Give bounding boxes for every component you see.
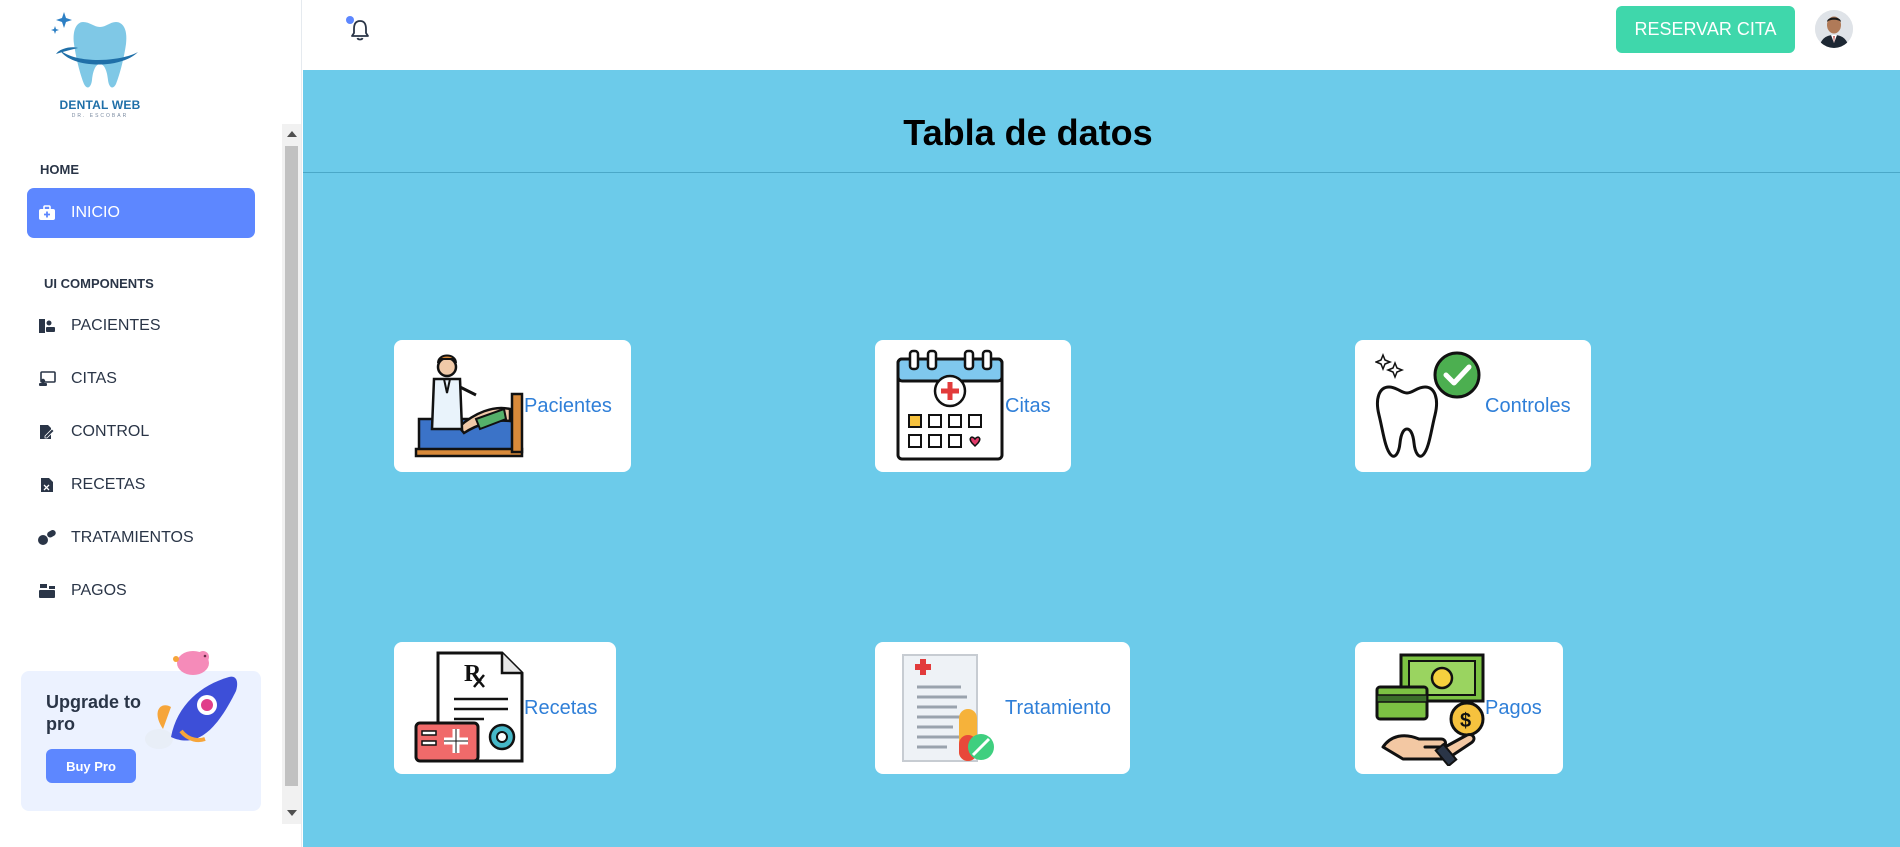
sidebar-scrollbar[interactable] [282, 124, 301, 824]
cash-register-icon [37, 581, 57, 601]
top-header: RESERVAR CITA [303, 0, 1900, 70]
sidebar-item-label: CITAS [71, 370, 117, 387]
sidebar: DENTAL WEB DR. ESCOBAR HOME INICIO UI CO… [0, 0, 302, 847]
avatar[interactable] [1815, 10, 1853, 48]
sidebar-item-label: TRATAMIENTOS [71, 529, 194, 546]
doctor-patient-icon [414, 354, 524, 457]
card-pacientes[interactable]: Pacientes [394, 340, 631, 472]
sidebar-item-control[interactable]: CONTROL [27, 407, 255, 457]
rocket-icon [145, 651, 238, 749]
main-content: Tabla de datos Pacientes Citas Controles… [303, 70, 1900, 847]
tooth-check-icon [1375, 351, 1481, 458]
buy-pro-button[interactable]: Buy Pro [46, 749, 136, 783]
prescription-doc-icon: R [414, 651, 524, 762]
scroll-up-arrow-icon[interactable] [287, 131, 297, 137]
pills-icon [37, 528, 57, 548]
sidebar-item-label: INICIO [71, 204, 120, 221]
payment-icon: $ [1375, 653, 1485, 766]
dental-web-logo[interactable]: DENTAL WEB DR. ESCOBAR [50, 4, 150, 120]
sidebar-item-pagos[interactable]: PAGOS [27, 566, 255, 616]
scrollbar-thumb[interactable] [285, 146, 298, 786]
notification-dot [346, 16, 354, 24]
scroll-down-arrow-icon[interactable] [287, 810, 297, 816]
sidebar-item-label: RECETAS [71, 476, 146, 493]
svg-text:$: $ [1460, 710, 1471, 732]
card-recetas[interactable]: R Recetas [394, 642, 616, 774]
reservar-cita-button[interactable]: RESERVAR CITA [1616, 6, 1795, 53]
section-title-ui-components: UI COMPONENTS [44, 276, 154, 291]
sidebar-item-recetas[interactable]: RECETAS [27, 460, 255, 510]
sidebar-item-inicio[interactable]: INICIO [27, 188, 255, 238]
edit-file-icon [37, 422, 57, 442]
sidebar-item-label: PACIENTES [71, 317, 161, 334]
upgrade-title: Upgrade to pro [46, 692, 142, 734]
sidebar-item-tratamientos[interactable]: TRATAMIENTOS [27, 513, 255, 563]
section-title-home: HOME [40, 162, 79, 177]
card-label-citas: Citas [1005, 394, 1051, 417]
appointment-icon [37, 369, 57, 389]
page-title: Tabla de datos [903, 112, 1153, 153]
brand-subtitle: DR. ESCOBAR [71, 113, 129, 119]
card-label-recetas: Recetas [524, 696, 598, 719]
card-controles[interactable]: Controles [1355, 340, 1591, 472]
prescription-icon [37, 475, 57, 495]
notification-button[interactable] [346, 16, 373, 43]
sidebar-item-label: PAGOS [71, 582, 127, 599]
sidebar-item-label: CONTROL [71, 423, 150, 440]
card-label-pacientes: Pacientes [524, 394, 612, 417]
user-avatar-icon [1815, 10, 1853, 48]
card-label-controles: Controles [1485, 394, 1571, 417]
medical-report-icon [902, 653, 994, 762]
card-tratamiento[interactable]: Tratamiento [875, 642, 1130, 774]
card-citas[interactable]: Citas [875, 340, 1071, 472]
title-divider [303, 172, 1900, 173]
brand-name: DENTAL WEB [59, 98, 141, 112]
upgrade-card: Upgrade to pro Buy Pro [21, 651, 261, 811]
card-label-tratamiento: Tratamiento [1005, 696, 1111, 719]
calendar-icon [896, 349, 1004, 460]
sidebar-item-pacientes[interactable]: PACIENTES [27, 301, 255, 351]
card-pagos[interactable]: $ Pagos [1355, 642, 1563, 774]
patient-icon [37, 316, 57, 336]
tooth-logo-icon [51, 12, 138, 88]
card-label-pagos: Pagos [1485, 696, 1542, 719]
sidebar-item-citas[interactable]: CITAS [27, 354, 255, 404]
medical-kit-icon [37, 203, 57, 223]
